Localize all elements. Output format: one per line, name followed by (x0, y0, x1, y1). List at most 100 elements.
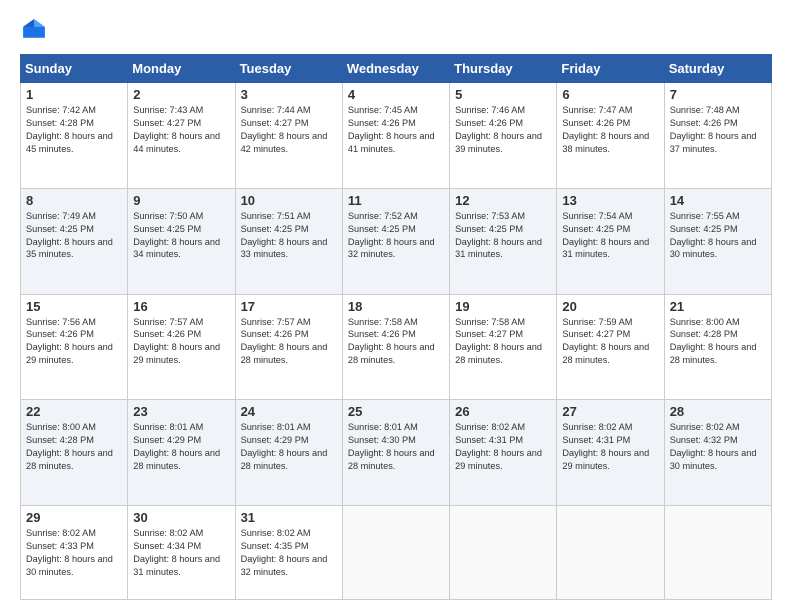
week-row-5: 29 Sunrise: 8:02 AMSunset: 4:33 PMDaylig… (21, 506, 772, 600)
day-number: 30 (133, 510, 229, 525)
day-number: 14 (670, 193, 766, 208)
cell-info: Sunrise: 8:02 AMSunset: 4:33 PMDaylight:… (26, 528, 113, 577)
day-number: 10 (241, 193, 337, 208)
day-number: 24 (241, 404, 337, 419)
calendar-cell: 10 Sunrise: 7:51 AMSunset: 4:25 PMDaylig… (235, 188, 342, 294)
day-number: 28 (670, 404, 766, 419)
day-header-monday: Monday (128, 55, 235, 83)
day-number: 9 (133, 193, 229, 208)
week-row-3: 15 Sunrise: 7:56 AMSunset: 4:26 PMDaylig… (21, 294, 772, 400)
calendar-cell: 16 Sunrise: 7:57 AMSunset: 4:26 PMDaylig… (128, 294, 235, 400)
cell-info: Sunrise: 7:51 AMSunset: 4:25 PMDaylight:… (241, 211, 328, 260)
day-number: 13 (562, 193, 658, 208)
cell-info: Sunrise: 7:57 AMSunset: 4:26 PMDaylight:… (133, 317, 220, 366)
cell-info: Sunrise: 7:49 AMSunset: 4:25 PMDaylight:… (26, 211, 113, 260)
cell-info: Sunrise: 8:02 AMSunset: 4:32 PMDaylight:… (670, 422, 757, 471)
cell-info: Sunrise: 8:01 AMSunset: 4:29 PMDaylight:… (133, 422, 220, 471)
calendar-cell: 19 Sunrise: 7:58 AMSunset: 4:27 PMDaylig… (450, 294, 557, 400)
cell-info: Sunrise: 7:50 AMSunset: 4:25 PMDaylight:… (133, 211, 220, 260)
calendar-cell: 26 Sunrise: 8:02 AMSunset: 4:31 PMDaylig… (450, 400, 557, 506)
cell-info: Sunrise: 8:00 AMSunset: 4:28 PMDaylight:… (670, 317, 757, 366)
cell-info: Sunrise: 8:02 AMSunset: 4:35 PMDaylight:… (241, 528, 328, 577)
calendar-cell: 5 Sunrise: 7:46 AMSunset: 4:26 PMDayligh… (450, 83, 557, 189)
cell-info: Sunrise: 7:42 AMSunset: 4:28 PMDaylight:… (26, 105, 113, 154)
days-header-row: SundayMondayTuesdayWednesdayThursdayFrid… (21, 55, 772, 83)
calendar-cell: 15 Sunrise: 7:56 AMSunset: 4:26 PMDaylig… (21, 294, 128, 400)
day-number: 8 (26, 193, 122, 208)
cell-info: Sunrise: 7:43 AMSunset: 4:27 PMDaylight:… (133, 105, 220, 154)
cell-info: Sunrise: 7:48 AMSunset: 4:26 PMDaylight:… (670, 105, 757, 154)
calendar-cell: 18 Sunrise: 7:58 AMSunset: 4:26 PMDaylig… (342, 294, 449, 400)
day-number: 25 (348, 404, 444, 419)
day-number: 22 (26, 404, 122, 419)
day-number: 26 (455, 404, 551, 419)
calendar-cell: 7 Sunrise: 7:48 AMSunset: 4:26 PMDayligh… (664, 83, 771, 189)
logo (20, 16, 52, 44)
calendar-cell: 4 Sunrise: 7:45 AMSunset: 4:26 PMDayligh… (342, 83, 449, 189)
calendar-table: SundayMondayTuesdayWednesdayThursdayFrid… (20, 54, 772, 600)
calendar-cell (342, 506, 449, 600)
week-row-2: 8 Sunrise: 7:49 AMSunset: 4:25 PMDayligh… (21, 188, 772, 294)
cell-info: Sunrise: 7:54 AMSunset: 4:25 PMDaylight:… (562, 211, 649, 260)
day-number: 15 (26, 299, 122, 314)
day-number: 29 (26, 510, 122, 525)
day-header-thursday: Thursday (450, 55, 557, 83)
calendar-cell (664, 506, 771, 600)
calendar-cell (450, 506, 557, 600)
day-number: 1 (26, 87, 122, 102)
cell-info: Sunrise: 8:00 AMSunset: 4:28 PMDaylight:… (26, 422, 113, 471)
day-header-sunday: Sunday (21, 55, 128, 83)
calendar-cell: 21 Sunrise: 8:00 AMSunset: 4:28 PMDaylig… (664, 294, 771, 400)
calendar-cell: 13 Sunrise: 7:54 AMSunset: 4:25 PMDaylig… (557, 188, 664, 294)
cell-info: Sunrise: 8:01 AMSunset: 4:30 PMDaylight:… (348, 422, 435, 471)
calendar-cell: 17 Sunrise: 7:57 AMSunset: 4:26 PMDaylig… (235, 294, 342, 400)
cell-info: Sunrise: 8:02 AMSunset: 4:34 PMDaylight:… (133, 528, 220, 577)
day-header-wednesday: Wednesday (342, 55, 449, 83)
calendar-cell: 25 Sunrise: 8:01 AMSunset: 4:30 PMDaylig… (342, 400, 449, 506)
week-row-4: 22 Sunrise: 8:00 AMSunset: 4:28 PMDaylig… (21, 400, 772, 506)
cell-info: Sunrise: 7:58 AMSunset: 4:27 PMDaylight:… (455, 317, 542, 366)
week-row-1: 1 Sunrise: 7:42 AMSunset: 4:28 PMDayligh… (21, 83, 772, 189)
cell-info: Sunrise: 7:44 AMSunset: 4:27 PMDaylight:… (241, 105, 328, 154)
day-number: 18 (348, 299, 444, 314)
day-number: 7 (670, 87, 766, 102)
day-number: 23 (133, 404, 229, 419)
day-number: 3 (241, 87, 337, 102)
day-number: 4 (348, 87, 444, 102)
cell-info: Sunrise: 7:58 AMSunset: 4:26 PMDaylight:… (348, 317, 435, 366)
day-number: 11 (348, 193, 444, 208)
calendar-cell: 24 Sunrise: 8:01 AMSunset: 4:29 PMDaylig… (235, 400, 342, 506)
day-number: 12 (455, 193, 551, 208)
calendar-cell: 6 Sunrise: 7:47 AMSunset: 4:26 PMDayligh… (557, 83, 664, 189)
calendar-cell: 20 Sunrise: 7:59 AMSunset: 4:27 PMDaylig… (557, 294, 664, 400)
calendar-cell: 12 Sunrise: 7:53 AMSunset: 4:25 PMDaylig… (450, 188, 557, 294)
calendar-cell: 30 Sunrise: 8:02 AMSunset: 4:34 PMDaylig… (128, 506, 235, 600)
day-header-tuesday: Tuesday (235, 55, 342, 83)
cell-info: Sunrise: 7:56 AMSunset: 4:26 PMDaylight:… (26, 317, 113, 366)
day-number: 2 (133, 87, 229, 102)
page: SundayMondayTuesdayWednesdayThursdayFrid… (0, 0, 792, 612)
cell-info: Sunrise: 7:45 AMSunset: 4:26 PMDaylight:… (348, 105, 435, 154)
day-number: 17 (241, 299, 337, 314)
calendar-cell: 2 Sunrise: 7:43 AMSunset: 4:27 PMDayligh… (128, 83, 235, 189)
cell-info: Sunrise: 7:52 AMSunset: 4:25 PMDaylight:… (348, 211, 435, 260)
day-number: 27 (562, 404, 658, 419)
calendar-cell: 3 Sunrise: 7:44 AMSunset: 4:27 PMDayligh… (235, 83, 342, 189)
logo-icon (20, 16, 48, 44)
day-number: 6 (562, 87, 658, 102)
day-number: 20 (562, 299, 658, 314)
calendar-cell: 27 Sunrise: 8:02 AMSunset: 4:31 PMDaylig… (557, 400, 664, 506)
cell-info: Sunrise: 8:01 AMSunset: 4:29 PMDaylight:… (241, 422, 328, 471)
day-header-saturday: Saturday (664, 55, 771, 83)
cell-info: Sunrise: 7:59 AMSunset: 4:27 PMDaylight:… (562, 317, 649, 366)
cell-info: Sunrise: 7:53 AMSunset: 4:25 PMDaylight:… (455, 211, 542, 260)
day-number: 5 (455, 87, 551, 102)
calendar-cell: 28 Sunrise: 8:02 AMSunset: 4:32 PMDaylig… (664, 400, 771, 506)
day-number: 19 (455, 299, 551, 314)
day-number: 16 (133, 299, 229, 314)
calendar-cell: 9 Sunrise: 7:50 AMSunset: 4:25 PMDayligh… (128, 188, 235, 294)
calendar-cell: 14 Sunrise: 7:55 AMSunset: 4:25 PMDaylig… (664, 188, 771, 294)
calendar-cell: 23 Sunrise: 8:01 AMSunset: 4:29 PMDaylig… (128, 400, 235, 506)
day-header-friday: Friday (557, 55, 664, 83)
calendar-cell: 22 Sunrise: 8:00 AMSunset: 4:28 PMDaylig… (21, 400, 128, 506)
